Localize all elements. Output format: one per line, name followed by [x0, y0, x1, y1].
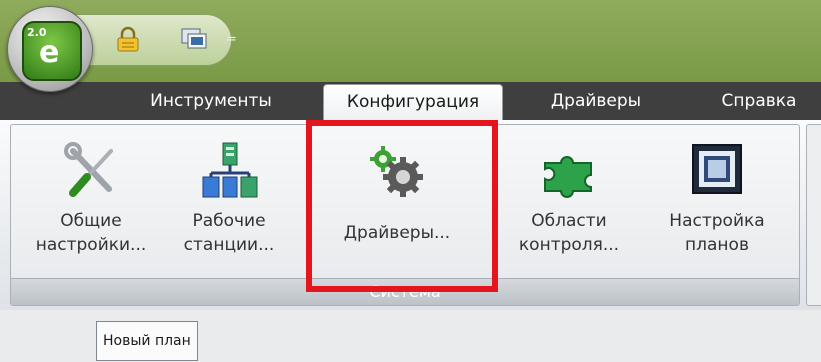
screens-icon[interactable] [180, 26, 208, 52]
tab-help[interactable]: Справка [700, 82, 818, 120]
document-area: Новый план [0, 310, 821, 362]
workstations-button[interactable]: Рабочие станции... [165, 133, 293, 275]
network-icon [202, 142, 258, 198]
workstations-label: Рабочие станции... [183, 211, 275, 255]
frame-icon [692, 144, 742, 194]
tab-instruments[interactable]: Инструменты [126, 82, 296, 120]
customize-toolbar-icon[interactable]: = [226, 32, 237, 48]
control-areas-label: Области контроля... [518, 211, 620, 255]
app-menu-button[interactable]: 2.0 e [7, 6, 93, 92]
plan-settings-button[interactable]: Настройка планов [647, 133, 787, 275]
title-bar: = [0, 0, 821, 82]
plan-settings-label: Настройка планов [669, 211, 765, 255]
app-logo-letter: e [39, 35, 60, 70]
tab-drivers[interactable]: Драйверы [532, 82, 660, 120]
tab-configuration[interactable]: Конфигурация [323, 84, 503, 122]
highlight-annotation [306, 120, 498, 292]
ribbon-tab-strip: Инструменты Конфигурация Драйверы Справк… [0, 82, 821, 122]
general-settings-button[interactable]: Общие настройки... [29, 133, 153, 275]
lock-icon[interactable] [114, 26, 142, 52]
general-settings-label: Общие настройки... [35, 211, 147, 255]
puzzle-icon [544, 156, 592, 198]
ribbon-next-group [806, 124, 821, 306]
app-logo-icon: 2.0 e [22, 21, 82, 81]
control-areas-button[interactable]: Области контроля... [501, 133, 637, 275]
document-tab[interactable]: Новый план [96, 321, 198, 361]
tools-icon [64, 142, 113, 197]
